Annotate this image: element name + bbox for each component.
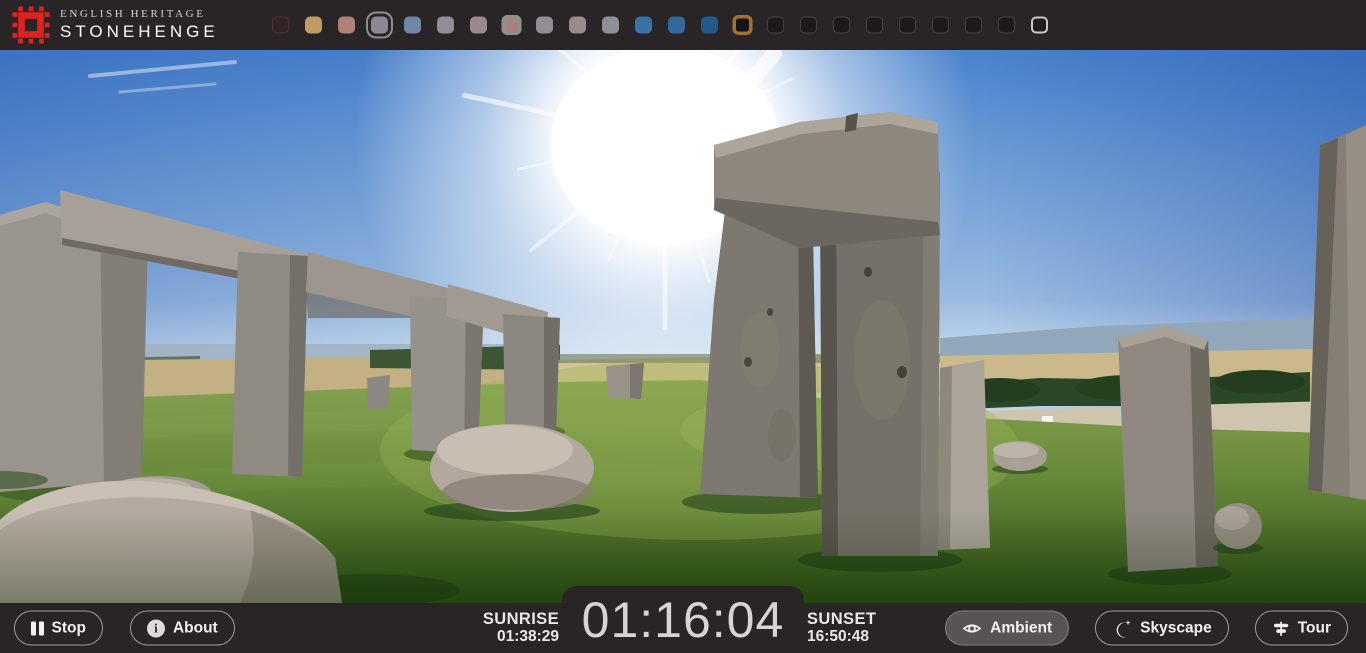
ambient-button[interactable]: Ambient [945, 611, 1069, 646]
moon-stars-icon [1112, 618, 1132, 638]
sunset-label: SUNSET [807, 610, 876, 628]
about-button-label: About [173, 619, 218, 637]
time-swatch-5[interactable] [437, 17, 454, 34]
brand-stonehenge: STONEHENGE [60, 21, 219, 43]
skyscape-button-label: Skyscape [1140, 619, 1212, 637]
time-swatch-2[interactable] [338, 17, 355, 34]
time-swatch-15[interactable] [767, 17, 784, 34]
time-swatch-20[interactable] [932, 17, 949, 34]
about-button[interactable]: i About [130, 611, 235, 646]
time-swatch-19[interactable] [899, 17, 916, 34]
time-swatch-21[interactable] [965, 17, 982, 34]
time-swatch-17[interactable] [833, 17, 850, 34]
time-swatch-6[interactable] [470, 17, 487, 34]
sunrise-label: SUNRISE [483, 610, 559, 628]
time-swatch-7[interactable] [501, 15, 521, 35]
stonehenge-panorama-view[interactable] [0, 50, 1366, 603]
ambient-button-label: Ambient [990, 619, 1052, 637]
english-heritage-logo [12, 6, 50, 44]
time-swatch-22[interactable] [998, 17, 1015, 34]
time-swatch-14[interactable] [732, 15, 752, 35]
time-swatch-4[interactable] [404, 17, 421, 34]
time-swatch-1[interactable] [305, 17, 322, 34]
app-header: ENGLISH HERITAGE STONEHENGE [0, 0, 1366, 50]
sunrise-time: 01:38:29 [483, 628, 559, 646]
time-swatch-9[interactable] [569, 17, 586, 34]
sunset-info: SUNSET 16:50:48 [807, 610, 876, 646]
skyscape-button[interactable]: Skyscape [1095, 611, 1229, 646]
time-swatch-0[interactable] [272, 17, 289, 34]
tour-button-label: Tour [1298, 619, 1331, 637]
time-swatch-23[interactable] [1031, 17, 1048, 34]
time-swatch-11[interactable] [635, 17, 652, 34]
time-swatch-18[interactable] [866, 17, 883, 34]
clock-display: 01:16:04 [582, 591, 785, 649]
pause-icon [31, 621, 44, 635]
signpost-icon [1272, 619, 1290, 637]
time-swatch-13[interactable] [701, 17, 718, 34]
brand-english-heritage: ENGLISH HERITAGE [60, 8, 219, 21]
sunrise-info: SUNRISE 01:38:29 [483, 610, 559, 646]
info-icon: i [147, 619, 165, 637]
sunset-time: 16:50:48 [807, 628, 876, 646]
control-bar: 01:16:04 SUNRISE 01:38:29 SUNSET 16:50:4… [0, 603, 1366, 653]
time-swatch-16[interactable] [800, 17, 817, 34]
stop-button[interactable]: Stop [14, 611, 103, 646]
time-swatch-3[interactable] [371, 17, 388, 34]
brand: ENGLISH HERITAGE STONEHENGE [12, 6, 219, 44]
eye-icon [962, 619, 982, 637]
tour-button[interactable]: Tour [1255, 611, 1348, 646]
time-swatch-8[interactable] [536, 17, 553, 34]
clock-panel: 01:16:04 [562, 586, 804, 653]
time-swatch-10[interactable] [602, 17, 619, 34]
time-swatch-12[interactable] [668, 17, 685, 34]
stop-button-label: Stop [52, 619, 86, 637]
time-swatch-row [272, 17, 1048, 34]
